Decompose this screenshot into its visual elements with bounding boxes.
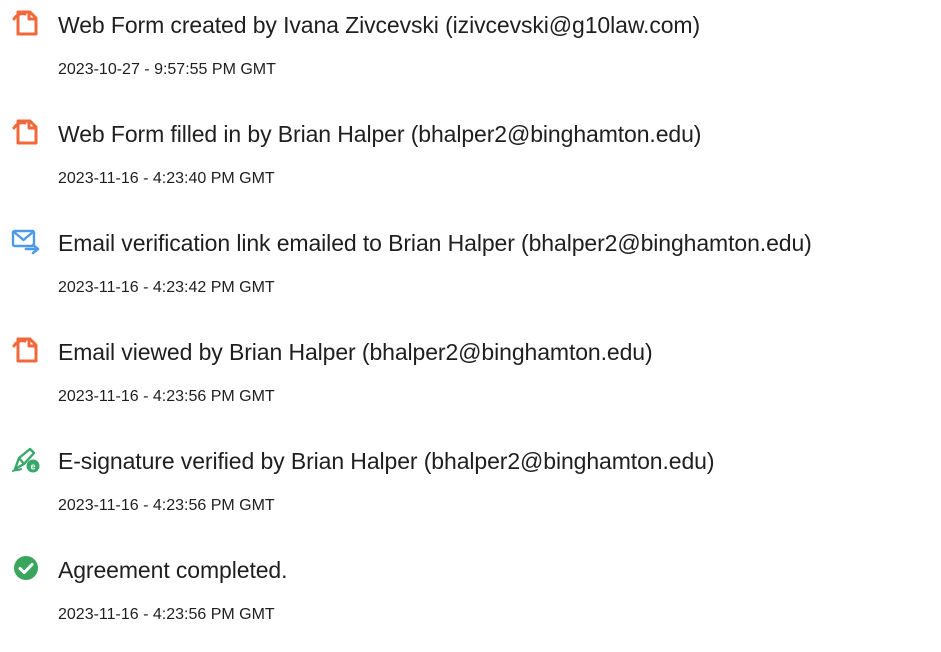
event-timestamp: 2023-11-16 - 4:23:40 PM GMT <box>58 170 275 187</box>
document-icon <box>11 335 41 365</box>
checkmark-circle-icon <box>11 553 41 583</box>
history-event: Web Form created by Ivana Zivcevski (izi… <box>0 0 941 90</box>
history-event: Email verification link emailed to Brian… <box>0 218 941 308</box>
event-description: Agreement completed. <box>58 557 288 583</box>
history-event: e E-signature verified by Brian Halper (… <box>0 436 941 526</box>
document-history-list: Web Form created by Ivana Zivcevski (izi… <box>0 0 941 652</box>
event-timestamp: 2023-11-16 - 4:23:42 PM GMT <box>58 279 275 296</box>
event-description: Web Form filled in by Brian Halper (bhal… <box>58 121 702 147</box>
event-description: Email verification link emailed to Brian… <box>58 230 812 256</box>
history-event: Web Form filled in by Brian Halper (bhal… <box>0 109 941 199</box>
event-description: Email viewed by Brian Halper (bhalper2@b… <box>58 339 653 365</box>
document-icon <box>11 117 41 147</box>
history-event: Email viewed by Brian Halper (bhalper2@b… <box>0 327 941 417</box>
event-timestamp: 2023-11-16 - 4:23:56 PM GMT <box>58 497 275 514</box>
event-timestamp: 2023-11-16 - 4:23:56 PM GMT <box>58 388 275 405</box>
event-timestamp: 2023-10-27 - 9:57:55 PM GMT <box>58 61 276 78</box>
e-signature-icon: e <box>11 444 41 474</box>
document-icon <box>11 8 41 38</box>
svg-text:e: e <box>30 461 35 471</box>
event-description: Web Form created by Ivana Zivcevski (izi… <box>58 12 701 38</box>
history-event: Agreement completed. 2023-11-16 - 4:23:5… <box>0 545 941 635</box>
email-send-icon <box>11 226 41 256</box>
event-timestamp: 2023-11-16 - 4:23:56 PM GMT <box>58 606 275 623</box>
event-description: E-signature verified by Brian Halper (bh… <box>58 448 715 474</box>
